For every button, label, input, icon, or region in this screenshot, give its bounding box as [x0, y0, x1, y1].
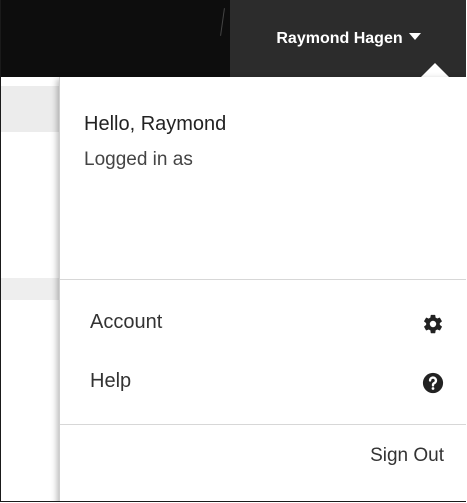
account-menu-item[interactable]: Account: [60, 301, 466, 349]
top-navigation-bar: Raymond Hagen: [1, 0, 466, 77]
background-page-band: [1, 278, 61, 300]
help-label: Help: [90, 370, 132, 392]
greeting-text: Hello, Raymond: [84, 113, 227, 135]
user-dropdown-menu: Hello, Raymond Logged in as Account Help: [59, 77, 466, 501]
dropdown-pointer: [421, 63, 449, 77]
user-name-label: Raymond Hagen: [276, 30, 403, 47]
gear-icon: [422, 313, 444, 335]
sign-out-button[interactable]: Sign Out: [370, 445, 444, 467]
account-label: Account: [90, 311, 163, 333]
logged-in-as-text: Logged in as: [84, 149, 193, 170]
caret-down-icon: [408, 33, 421, 41]
topbar-divider: [220, 8, 225, 36]
question-circle-icon: [422, 372, 444, 394]
menu-divider: [60, 279, 466, 280]
background-page-band: [1, 86, 61, 132]
help-menu-item[interactable]: Help: [60, 360, 466, 408]
screen: Raymond Hagen Hello, Raymond Logged in a…: [0, 0, 466, 502]
menu-divider: [60, 424, 466, 425]
